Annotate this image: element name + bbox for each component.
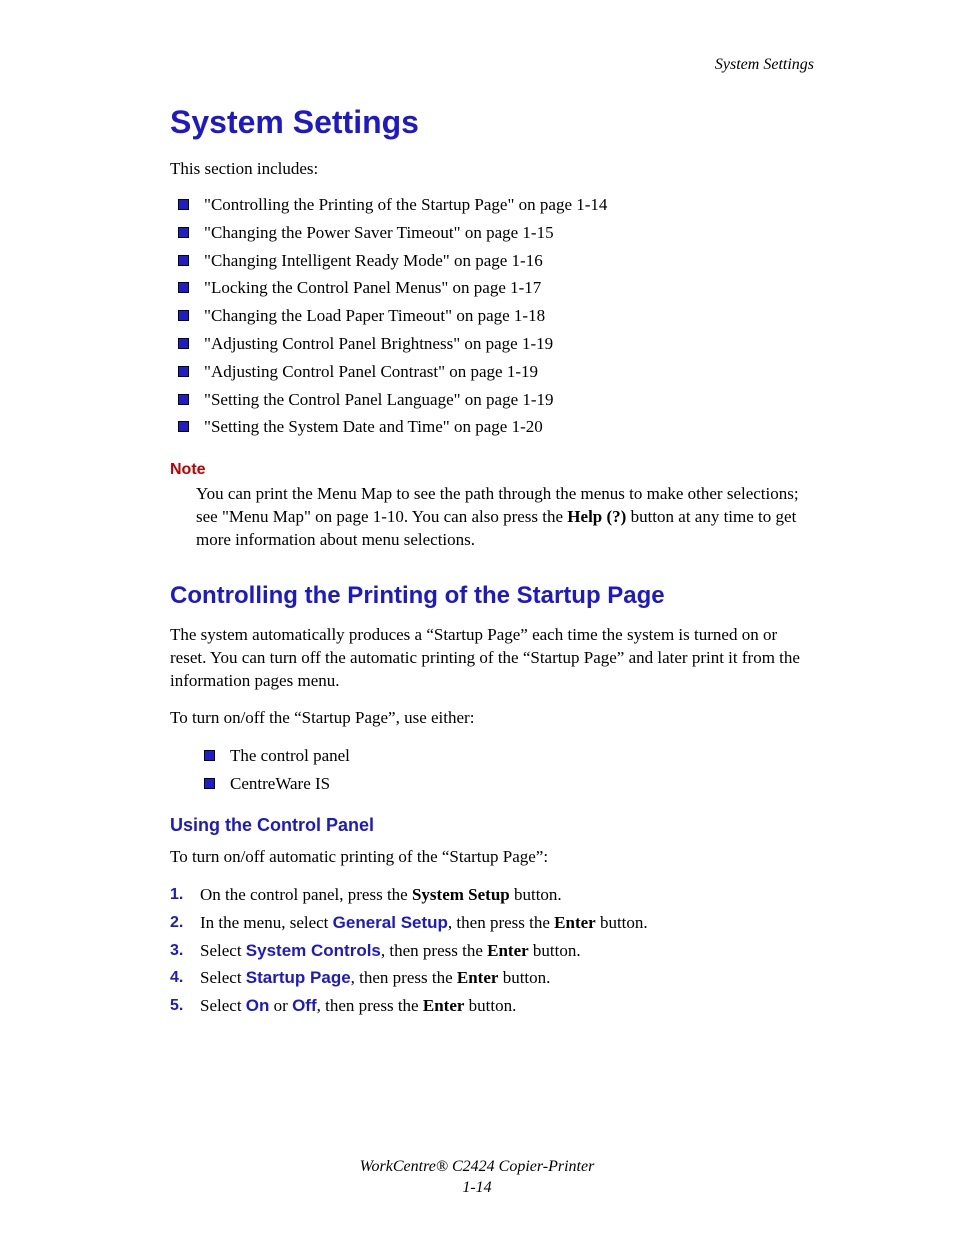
step-menu-option: On [246, 996, 270, 1015]
step-text: Select [200, 941, 246, 960]
step-item: 5. Select On or Off, then press the Ente… [170, 994, 814, 1019]
list-item: "Changing Intelligent Ready Mode" on pag… [170, 249, 814, 273]
step-bold: Enter [554, 913, 596, 932]
running-header: System Settings [170, 56, 814, 74]
step-text: button. [510, 885, 562, 904]
note-body: You can print the Menu Map to see the pa… [196, 483, 814, 552]
step-text: button. [529, 941, 581, 960]
section-heading: Controlling the Printing of the Startup … [170, 582, 814, 610]
list-item: "Setting the System Date and Time" on pa… [170, 415, 814, 439]
list-item: "Adjusting Control Panel Contrast" on pa… [170, 360, 814, 384]
steps-list: 1. On the control panel, press the Syste… [170, 883, 814, 1018]
step-text: button. [596, 913, 648, 932]
step-text: Select [200, 968, 246, 987]
step-menu-option: System Controls [246, 941, 381, 960]
step-text: , then press the [351, 968, 457, 987]
step-text: button. [464, 996, 516, 1015]
step-number: 1. [170, 883, 183, 906]
step-bold: Enter [457, 968, 499, 987]
footer-page-number: 1-14 [0, 1178, 954, 1199]
list-item: "Controlling the Printing of the Startup… [170, 193, 814, 217]
step-menu-option: Startup Page [246, 968, 351, 987]
step-number: 4. [170, 966, 183, 989]
list-item: "Changing the Power Saver Timeout" on pa… [170, 221, 814, 245]
step-item: 3. Select System Controls, then press th… [170, 939, 814, 964]
list-item: "Setting the Control Panel Language" on … [170, 388, 814, 412]
step-menu-option: General Setup [333, 913, 448, 932]
intro-text: This section includes: [170, 159, 814, 179]
options-list: The control panel CentreWare IS [196, 744, 814, 796]
step-text: , then press the [317, 996, 423, 1015]
note-label: Note [170, 461, 814, 479]
step-bold: Enter [487, 941, 529, 960]
step-number: 2. [170, 911, 183, 934]
step-number: 5. [170, 994, 183, 1017]
footer-product: WorkCentre® C2424 Copier-Printer [0, 1157, 954, 1178]
page-title: System Settings [170, 104, 814, 141]
section-paragraph: To turn on/off the “Startup Page”, use e… [170, 707, 814, 730]
step-item: 1. On the control panel, press the Syste… [170, 883, 814, 908]
step-menu-option: Off [292, 996, 317, 1015]
step-text: button. [498, 968, 550, 987]
list-item: "Adjusting Control Panel Brightness" on … [170, 332, 814, 356]
note-block: Note You can print the Menu Map to see t… [170, 461, 814, 552]
page-footer: WorkCentre® C2424 Copier-Printer 1-14 [0, 1157, 954, 1199]
document-page: System Settings System Settings This sec… [0, 0, 954, 1235]
subsection-heading: Using the Control Panel [170, 815, 814, 836]
step-item: 2. In the menu, select General Setup, th… [170, 911, 814, 936]
subsection-intro: To turn on/off automatic printing of the… [170, 846, 814, 869]
step-text: or [269, 996, 292, 1015]
step-text: , then press the [448, 913, 554, 932]
toc-list: "Controlling the Printing of the Startup… [170, 193, 814, 439]
step-text: , then press the [381, 941, 487, 960]
list-item: "Changing the Load Paper Timeout" on pag… [170, 304, 814, 328]
list-item: "Locking the Control Panel Menus" on pag… [170, 276, 814, 300]
step-item: 4. Select Startup Page, then press the E… [170, 966, 814, 991]
section-paragraph: The system automatically produces a “Sta… [170, 624, 814, 693]
step-bold: Enter [423, 996, 465, 1015]
step-bold: System Setup [412, 885, 510, 904]
help-button-text: Help (?) [567, 507, 626, 526]
list-item: The control panel [196, 744, 814, 768]
list-item: CentreWare IS [196, 772, 814, 796]
step-text: In the menu, select [200, 913, 333, 932]
step-text: Select [200, 996, 246, 1015]
step-text: On the control panel, press the [200, 885, 412, 904]
step-number: 3. [170, 939, 183, 962]
